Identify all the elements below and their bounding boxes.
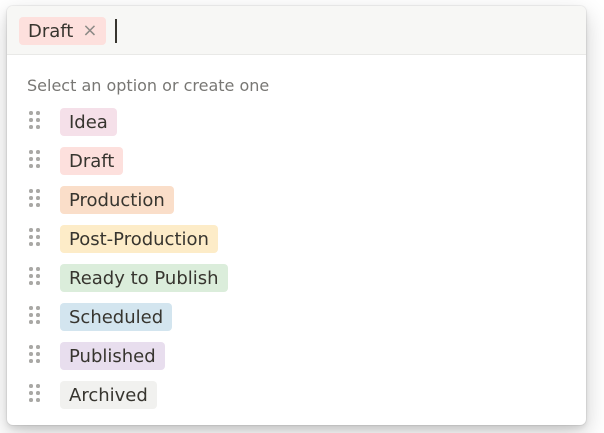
close-icon[interactable]: ×	[82, 22, 97, 40]
tag-input-field[interactable]: Draft ×	[7, 6, 586, 55]
drag-handle-icon[interactable]	[29, 150, 43, 170]
option-pill: Published	[60, 342, 165, 370]
drag-handle-icon[interactable]	[29, 267, 43, 287]
drag-handle-icon[interactable]	[29, 228, 43, 248]
option-pill: Post-Production	[60, 225, 218, 253]
option-row[interactable]: Idea	[7, 105, 586, 144]
option-pill: Idea	[60, 108, 117, 136]
option-pill: Archived	[60, 381, 157, 409]
option-row[interactable]: Post-Production	[7, 222, 586, 261]
drag-handle-icon[interactable]	[29, 306, 43, 326]
drag-handle-icon[interactable]	[29, 384, 43, 404]
options-hint: Select an option or create one	[27, 76, 270, 95]
selected-tag-draft: Draft ×	[19, 17, 107, 45]
option-row[interactable]: Archived	[7, 378, 586, 417]
option-row[interactable]: Ready to Publish	[7, 261, 586, 300]
option-pill: Production	[60, 186, 174, 214]
drag-handle-icon[interactable]	[29, 111, 43, 131]
text-cursor	[115, 19, 117, 43]
drag-handle-icon[interactable]	[29, 345, 43, 365]
option-pill: Ready to Publish	[60, 264, 228, 292]
options-list: Idea Draft Production Post-Production Ready …	[7, 105, 586, 417]
option-row[interactable]: Draft	[7, 144, 586, 183]
option-row[interactable]: Published	[7, 339, 586, 378]
drag-handle-icon[interactable]	[29, 189, 43, 209]
option-pill: Scheduled	[60, 303, 173, 331]
option-pill: Draft	[60, 147, 124, 175]
selected-tag-label: Draft	[28, 20, 74, 42]
option-row[interactable]: Production	[7, 183, 586, 222]
select-dropdown: Draft × Select an option or create one I…	[7, 6, 586, 425]
option-row[interactable]: Scheduled	[7, 300, 586, 339]
